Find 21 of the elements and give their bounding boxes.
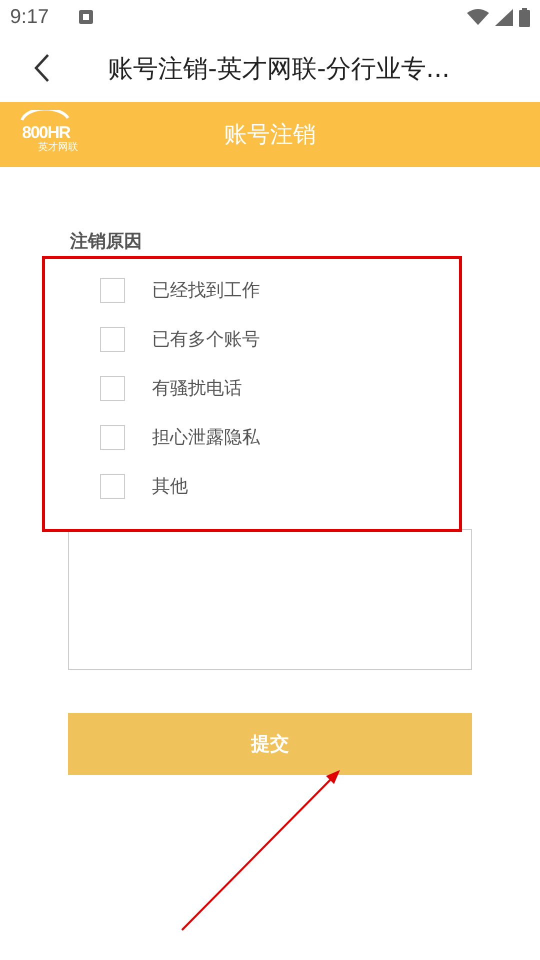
checkbox[interactable]	[100, 278, 125, 302]
reason-label: 已经找到工作	[152, 279, 260, 302]
reason-label: 担心泄露隐私	[152, 426, 260, 449]
comment-field[interactable]	[68, 529, 472, 670]
section-heading: 注销原因	[70, 230, 143, 254]
reason-label: 有骚扰电话	[152, 377, 242, 400]
logo: 800HR 英才网联	[18, 110, 92, 160]
wifi-icon	[467, 9, 489, 25]
reason-label: 其他	[152, 475, 188, 498]
checkbox[interactable]	[100, 376, 125, 400]
signal-icon	[495, 8, 513, 26]
status-time: 9:17	[10, 6, 49, 28]
checkbox[interactable]	[100, 326, 125, 352]
submit-button[interactable]: 提交	[68, 713, 472, 775]
checkbox[interactable]	[100, 424, 125, 450]
reason-label: 已有多个账号	[152, 328, 260, 351]
back-icon	[33, 53, 51, 83]
page-title: 账号注销-英才网联-分行业专...	[108, 52, 450, 84]
battery-icon	[519, 8, 530, 26]
banner-title: 账号注销	[224, 121, 317, 150]
checkbox[interactable]	[100, 474, 125, 498]
